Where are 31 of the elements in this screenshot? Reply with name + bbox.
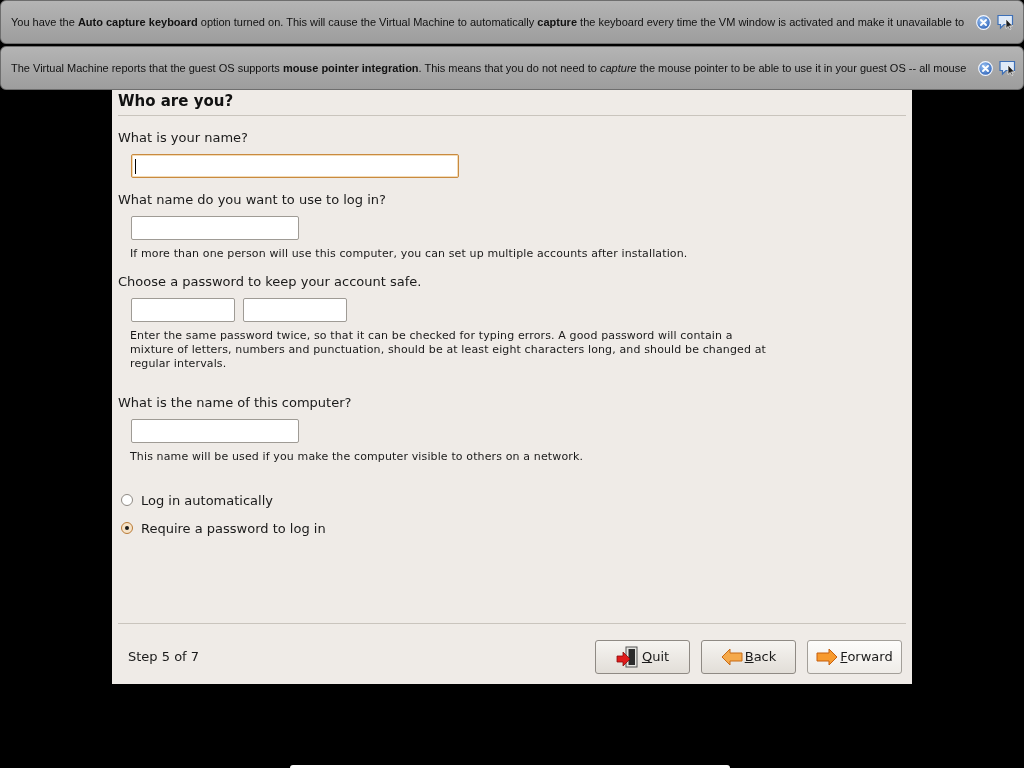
speech-bubble-icon[interactable] (997, 14, 1015, 30)
notification-text: The Virtual Machine reports that the guest OS supports mouse pointer integration. This means that you do not need to capture the mouse pointer to be able to use it in your guest OS -- all mouse (11, 60, 967, 76)
page-heading: Who are you? (118, 92, 234, 110)
field-label: What is your name? (118, 129, 248, 146)
radio-button[interactable] (121, 522, 133, 534)
option-label: Log in automatically (141, 491, 273, 509)
notification-text: You have the Auto capture keyboard option turned on. This will cause the Virtual Machine to automatically capture the keyboard every time the VM window is activated and make it unavailable to (11, 14, 965, 30)
option-label: Require a password to log in (141, 519, 326, 537)
door-exit-icon (615, 646, 640, 668)
field-label: What name do you want to use to log in? (118, 191, 386, 208)
right-arrow-icon (816, 648, 839, 666)
input-field[interactable] (131, 419, 299, 443)
back-button[interactable]: Back (701, 640, 796, 674)
input-field[interactable] (131, 298, 235, 322)
close-icon[interactable] (976, 14, 992, 30)
field-label: Choose a password to keep your account safe. (118, 273, 422, 290)
forward-button[interactable]: Forward (807, 640, 902, 674)
radio-button[interactable] (121, 494, 133, 506)
speech-bubble-icon[interactable] (999, 60, 1017, 76)
close-icon[interactable] (978, 60, 994, 76)
quit-button[interactable]: Quit (595, 640, 690, 674)
input-field[interactable] (131, 216, 299, 240)
left-arrow-icon (720, 648, 743, 666)
input-field[interactable] (131, 154, 459, 178)
help-text: This name will be used if you make the computer visible to others on a network. (130, 450, 585, 464)
input-field[interactable] (243, 298, 347, 322)
help-text: Enter the same password twice, so that it can be checked for typing errors. A good password will contain a mixture of letters, numbers and punctuation, should be at least eight characters long, and should be changed at regular intervals. (130, 329, 767, 371)
text-cursor-icon (135, 158, 136, 174)
help-text: If more than one person will use this computer, you can set up multiple accounts after installation. (130, 247, 689, 261)
field-label: What is the name of this computer? (118, 394, 352, 411)
step-label: Step 5 of 7 (128, 648, 200, 667)
